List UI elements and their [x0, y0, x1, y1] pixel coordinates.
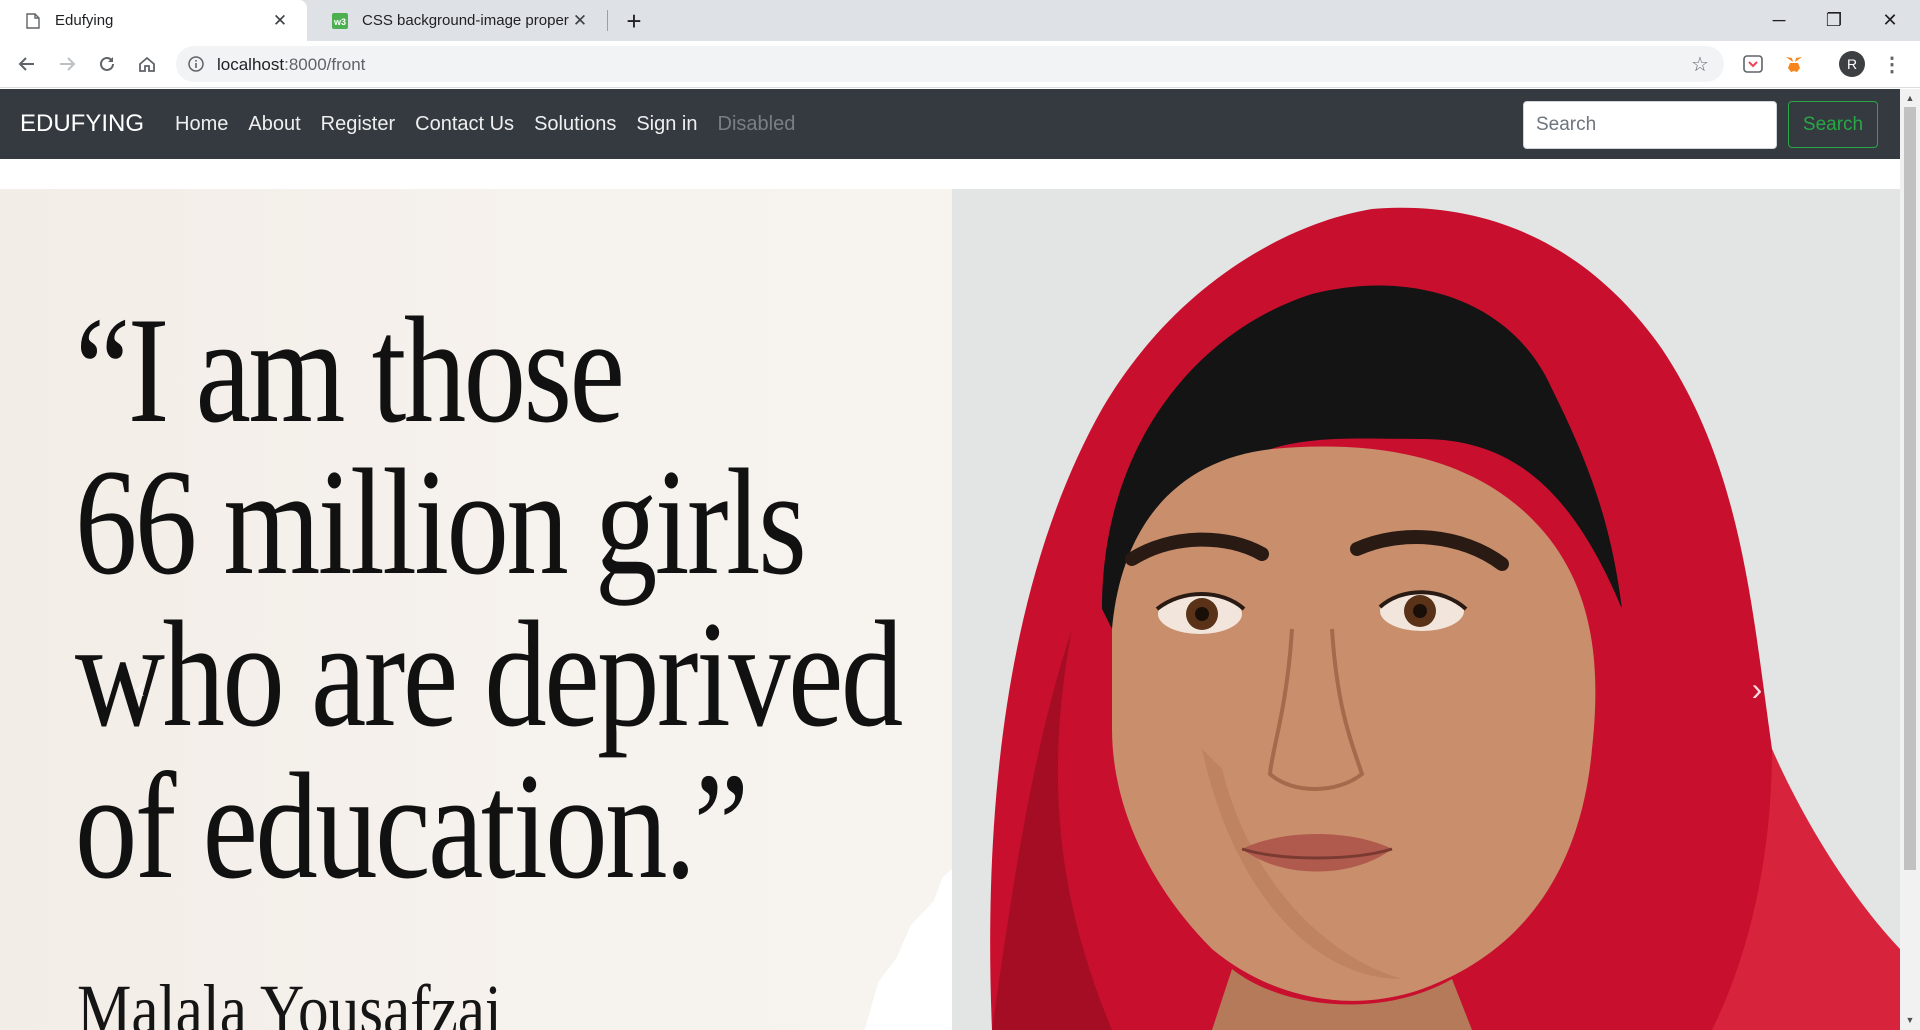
nav-link-register[interactable]: Register — [321, 113, 395, 136]
search-button[interactable]: Search — [1788, 101, 1878, 148]
forward-icon[interactable] — [52, 49, 82, 79]
restore-button[interactable]: ❐ — [1806, 0, 1862, 41]
pocket-icon[interactable] — [1740, 51, 1766, 77]
nav-link-disabled: Disabled — [717, 112, 796, 135]
quote-slide-image: “I am those 66 million girls who are dep… — [0, 189, 952, 1030]
address-bar[interactable]: localhost:8000/front ☆ — [176, 46, 1724, 82]
w3schools-icon: w3 — [332, 12, 348, 29]
nav-link-contact-us[interactable]: Contact Us — [415, 113, 514, 136]
quote-line: 66 million girls — [75, 438, 807, 606]
menu-icon[interactable]: ⋮ — [1882, 51, 1902, 77]
tab-separator — [607, 10, 608, 31]
page-viewport: EDUFYING Home About Register Contact Us … — [0, 89, 1900, 1030]
metamask-icon[interactable] — [1781, 51, 1807, 77]
carousel-prev-icon[interactable]: ‹ — [120, 669, 160, 709]
tab-title: CSS background-image property — [362, 12, 569, 29]
profile-avatar[interactable]: R — [1839, 51, 1865, 77]
search-input[interactable] — [1523, 101, 1777, 149]
minimize-button[interactable]: ─ — [1751, 0, 1807, 41]
browser-toolbar: localhost:8000/front ☆ R ⋮ — [0, 41, 1920, 88]
close-window-button[interactable]: ✕ — [1862, 0, 1918, 41]
scrollbar-thumb[interactable] — [1904, 107, 1916, 870]
back-icon[interactable] — [12, 49, 42, 79]
nav-link-solutions[interactable]: Solutions — [534, 113, 616, 136]
new-tab-button[interactable]: + — [620, 6, 648, 36]
close-tab-icon[interactable]: ✕ — [269, 10, 291, 32]
scroll-up-icon[interactable]: ▲ — [1905, 93, 1915, 103]
quote-line: of education.” — [75, 742, 749, 910]
page-icon — [25, 12, 41, 29]
tab-title: Edufying — [55, 12, 114, 29]
tab-edufying[interactable]: Edufying ✕ — [0, 0, 307, 41]
site-navbar: EDUFYING Home About Register Contact Us … — [0, 89, 1900, 159]
carousel-next-icon[interactable]: › — [1737, 669, 1777, 709]
url-text: localhost:8000/front — [217, 55, 365, 75]
nav-link-sign-in[interactable]: Sign in — [636, 113, 697, 136]
quote-line: who are deprived — [75, 590, 903, 758]
tab-css-background-image[interactable]: w3 CSS background-image property ✕ — [307, 0, 607, 41]
navbar-brand[interactable]: EDUFYING — [20, 110, 144, 138]
page-scrollbar[interactable]: ▲ ▼ — [1900, 89, 1920, 1030]
nav-link-home[interactable]: Home — [175, 113, 228, 136]
close-tab-icon[interactable]: ✕ — [569, 10, 591, 32]
url-path: :8000/front — [284, 55, 366, 74]
hero-carousel: “I am those 66 million girls who are dep… — [0, 189, 1900, 1030]
portrait-photo — [952, 189, 1900, 1030]
reload-icon[interactable] — [92, 49, 122, 79]
browser-tab-strip: Edufying ✕ w3 CSS background-image prope… — [0, 0, 1920, 41]
scroll-down-icon[interactable]: ▼ — [1905, 1015, 1915, 1025]
svg-text:w3: w3 — [333, 17, 346, 27]
quote-author: Malala Yousafzai — [77, 970, 502, 1030]
info-icon[interactable] — [186, 54, 206, 74]
star-icon[interactable]: ☆ — [1688, 52, 1712, 76]
quote-line: “I am those — [75, 286, 625, 454]
home-icon[interactable] — [132, 49, 162, 79]
quote-text: “I am those 66 million girls who are dep… — [75, 286, 903, 910]
nav-link-about[interactable]: About — [248, 113, 300, 136]
url-host: localhost — [217, 55, 285, 74]
